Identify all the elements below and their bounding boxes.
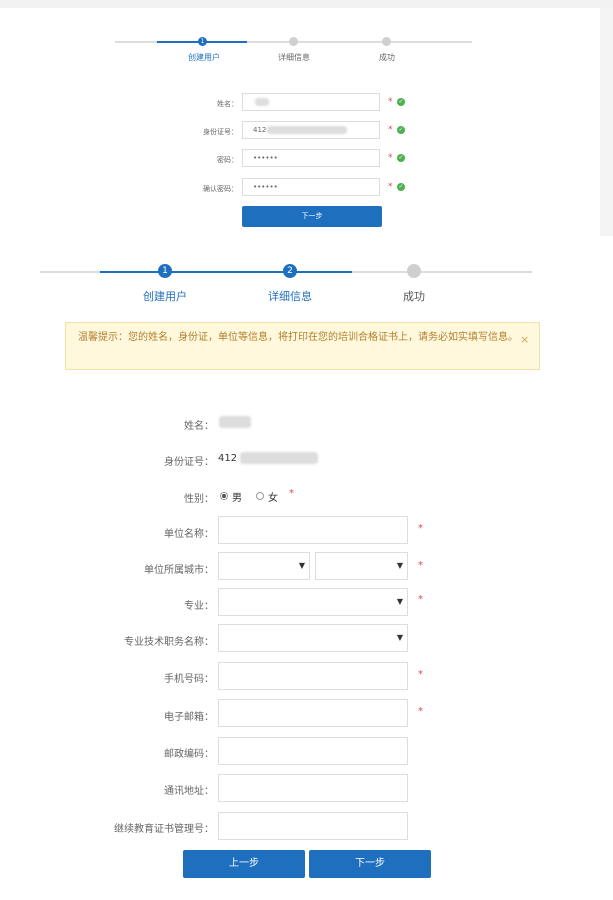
step-1-label: 创建用户	[188, 53, 220, 62]
caret-down-icon: ▼	[396, 633, 403, 642]
step-1-label: 创建用户	[143, 290, 187, 303]
check-icon: ✓	[397, 183, 405, 191]
phone-label: 手机号码：	[164, 674, 214, 685]
progress-line	[115, 41, 157, 43]
step-3-dot	[407, 264, 421, 278]
confirm-password-input[interactable]: ••••••	[242, 178, 380, 196]
scrollbar[interactable]	[600, 8, 613, 236]
notice-banner: 温馨提示：您的姓名，身份证，单位等信息，将打印在您的培训合格证书上，请务必如实填…	[65, 322, 540, 370]
step-1-dot: 1	[158, 264, 172, 278]
province-select[interactable]: ▼	[218, 552, 310, 580]
required-mark: *	[418, 523, 423, 534]
email-input[interactable]	[218, 699, 408, 727]
top-strip	[0, 0, 613, 8]
postcode-label: 邮政编码：	[164, 749, 214, 760]
required-mark: *	[418, 594, 423, 605]
required-mark: *	[388, 182, 393, 192]
required-mark: *	[289, 488, 294, 499]
step-2-label: 详细信息	[278, 53, 310, 62]
step-2-dot: 2	[283, 264, 297, 278]
city-select[interactable]: ▼	[315, 552, 408, 580]
unit-label: 单位名称：	[164, 529, 214, 540]
blurred-name	[255, 98, 269, 106]
next-step-button[interactable]: 下一步	[242, 206, 382, 227]
tech-title-select[interactable]: ▼	[218, 624, 408, 652]
caret-down-icon: ▼	[396, 597, 403, 606]
check-icon: ✓	[397, 126, 405, 134]
required-mark: *	[418, 560, 423, 571]
step-3-label: 成功	[379, 53, 395, 62]
gender-label: 性别：	[184, 494, 214, 505]
postcode-input[interactable]	[218, 737, 408, 765]
step-3-label: 成功	[403, 290, 425, 303]
required-mark: *	[388, 125, 393, 135]
city-label: 单位所属城市：	[144, 565, 214, 576]
email-label: 电子邮箱：	[164, 712, 214, 723]
step-1-dot: 1	[198, 37, 207, 46]
gender-male-radio[interactable]	[220, 492, 228, 500]
check-icon: ✓	[397, 154, 405, 162]
step-2-label: 详细信息	[268, 290, 312, 303]
tech-title-label: 专业技术职务名称：	[124, 637, 214, 648]
progress-line	[247, 41, 472, 43]
address-input[interactable]	[218, 774, 408, 802]
id-value: 412	[218, 453, 238, 464]
prev-step-button[interactable]: 上一步	[183, 850, 305, 878]
major-label: 专业：	[184, 601, 214, 612]
id-label: 身份证号：	[164, 457, 214, 468]
step-3-dot	[382, 37, 391, 46]
id-label: 身份证号：	[203, 128, 238, 136]
blurred-name	[219, 416, 251, 428]
password-label: 密码：	[217, 156, 238, 164]
required-mark: *	[388, 97, 393, 107]
step-2-dot	[289, 37, 298, 46]
blurred-id	[267, 126, 347, 134]
progress-line-active	[100, 271, 352, 273]
major-select[interactable]: ▼	[218, 588, 408, 616]
name-label: 姓名：	[217, 100, 238, 108]
close-icon[interactable]: ×	[520, 333, 529, 346]
next-step-button[interactable]: 下一步	[309, 850, 431, 878]
name-input[interactable]	[242, 93, 380, 111]
gender-female-radio[interactable]	[256, 492, 264, 500]
required-mark: *	[418, 669, 423, 680]
blurred-id	[240, 452, 318, 464]
phone-input[interactable]	[218, 662, 408, 690]
name-label: 姓名：	[184, 421, 214, 432]
confirm-password-label: 确认密码：	[203, 185, 238, 193]
password-input[interactable]: ••••••	[242, 149, 380, 167]
address-label: 通讯地址：	[164, 786, 214, 797]
unit-input[interactable]	[218, 516, 408, 544]
caret-down-icon: ▼	[396, 561, 403, 570]
check-icon: ✓	[397, 98, 405, 106]
id-input[interactable]: 412	[242, 121, 380, 139]
required-mark: *	[418, 706, 423, 717]
cert-number-label: 继续教育证书管理号：	[114, 824, 214, 835]
gender-male-label[interactable]: 男	[232, 489, 242, 504]
cert-number-input[interactable]	[218, 812, 408, 840]
gender-female-label[interactable]: 女	[268, 489, 278, 504]
caret-down-icon: ▼	[298, 561, 305, 570]
progress-line	[40, 271, 100, 273]
progress-line	[352, 271, 532, 273]
required-mark: *	[388, 153, 393, 163]
